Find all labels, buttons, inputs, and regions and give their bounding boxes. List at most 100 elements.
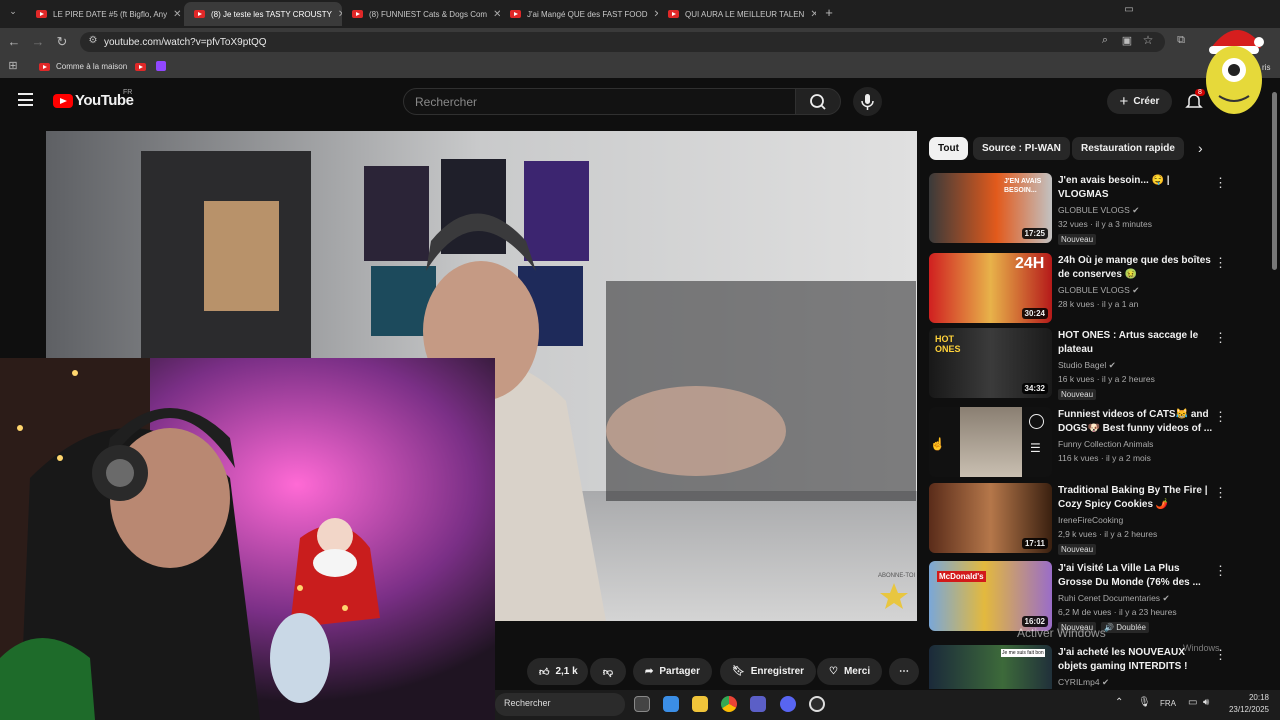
video-thumbnail[interactable]: J'EN AVAIS BESOIN... 17:25 <box>929 173 1052 243</box>
chrome-icon[interactable] <box>721 696 737 712</box>
taskbar-search[interactable]: Rechercher <box>495 693 625 716</box>
clock-time[interactable]: 20:18 <box>1229 693 1269 702</box>
bookmark-item[interactable]: Comme à la maison <box>39 62 127 71</box>
video-title[interactable]: Traditional Baking By The Fire | Cozy Sp… <box>1058 484 1213 512</box>
more-options-icon[interactable]: ⋮ <box>1214 175 1227 191</box>
more-options-icon[interactable]: ⋮ <box>1214 485 1227 501</box>
recommendation-item[interactable]: ☰ Funniest videos of CATS😹 and DOGS🐶 Bes… <box>929 407 1229 479</box>
youtube-bookmark-icon[interactable] <box>135 63 146 71</box>
language-indicator[interactable]: FRA <box>1160 699 1176 708</box>
video-thumbnail[interactable]: ☰ <box>929 407 1052 477</box>
video-title[interactable]: J'ai Visité La Ville La Plus Grosse Du M… <box>1058 562 1213 590</box>
video-thumbnail[interactable]: 24H 30:24 <box>929 253 1052 323</box>
share-button[interactable]: ➦ Partager <box>633 658 712 685</box>
youtube-logo-icon[interactable] <box>53 94 73 108</box>
monitor-icon[interactable]: ▭ <box>1188 697 1197 708</box>
discord-icon[interactable] <box>780 696 796 712</box>
microphone-tray-icon[interactable]: 🎙︎ <box>1138 697 1151 708</box>
browser-tab[interactable]: QUI AURA LE MEILLEUR TALEN ✕ <box>658 2 816 26</box>
like-button[interactable]: 👍︎ 2,1 k <box>527 658 588 685</box>
channel-name[interactable]: Ruhi Cenet Documentaries ✔ <box>1058 593 1170 604</box>
thanks-button[interactable]: ♡ Merci <box>817 658 883 685</box>
create-button[interactable]: + Créer <box>1107 89 1172 114</box>
country-code: FR <box>123 89 133 96</box>
recommendation-item[interactable]: McDonald's 16:02 J'ai Visité La Ville La… <box>929 561 1229 633</box>
recommendation-item[interactable]: HOT ONES 34:32 HOT ONES : Artus saccage … <box>929 328 1229 400</box>
voice-search-button[interactable] <box>853 87 882 116</box>
video-title[interactable]: 24h Où je mange que des boîtes de conser… <box>1058 254 1213 282</box>
store-icon[interactable] <box>663 696 679 712</box>
chip-fast-food[interactable]: Restauration rapide <box>1072 137 1184 160</box>
channel-name[interactable]: Studio Bagel ✔ <box>1058 360 1116 371</box>
channel-name[interactable]: Funny Collection Animals <box>1058 439 1153 449</box>
tab-close-icon[interactable]: ✕ <box>487 9 500 20</box>
tab-search-icon[interactable]: ⌄ <box>4 6 22 17</box>
chevron-right-icon[interactable]: › <box>1198 140 1203 156</box>
bookmark-star-icon[interactable]: ☆ <box>1139 33 1157 47</box>
video-thumbnail[interactable]: HOT ONES 34:32 <box>929 328 1052 398</box>
forward-icon[interactable]: → <box>29 34 47 49</box>
reload-icon[interactable]: ↻ <box>53 34 71 50</box>
recommendation-item[interactable]: 17:11 Traditional Baking By The Fire | C… <box>929 483 1229 555</box>
subscribe-overlay-text: ABONNE-TOI <box>878 573 916 579</box>
url-text[interactable]: youtube.com/watch?v=pfvToX9ptQQ <box>104 37 267 48</box>
scrollbar-thumb[interactable] <box>1272 92 1277 270</box>
menu-icon[interactable] <box>18 93 33 106</box>
tab-close-icon[interactable]: ✕ <box>167 9 181 20</box>
more-options-icon[interactable]: ⋮ <box>1214 330 1227 346</box>
watch-later-icon[interactable] <box>1029 414 1044 429</box>
channel-name[interactable]: GLOBULE VLOGS ✔ <box>1058 205 1139 216</box>
obs-icon[interactable] <box>809 696 825 712</box>
verified-icon: ✔ <box>1132 285 1140 295</box>
clock-date[interactable]: 23/12/2025 <box>1224 705 1269 714</box>
video-title[interactable]: Funniest videos of CATS😹 and DOGS🐶 Best … <box>1058 408 1213 436</box>
duration-badge: 17:25 <box>1021 228 1048 239</box>
teams-icon[interactable] <box>750 696 766 712</box>
tab-close-icon[interactable]: ✕ <box>804 9 816 20</box>
new-tab-icon[interactable]: + <box>820 5 838 20</box>
more-actions-button[interactable]: ⋯ <box>889 658 919 685</box>
tab-close-icon[interactable]: ✕ <box>648 9 658 20</box>
chip-source[interactable]: Source : PI-WAN <box>973 137 1070 160</box>
search-button[interactable] <box>795 88 841 115</box>
apps-grid-icon[interactable]: ⊞ <box>4 59 22 72</box>
video-thumbnail[interactable]: Je me suis fait bon <box>929 645 1052 689</box>
recommendation-item[interactable]: 24H 30:24 24h Où je mange que des boîtes… <box>929 253 1229 325</box>
tab-label: (8) FUNNIEST Cats & Dogs Com <box>369 9 488 19</box>
notifications-bell-icon[interactable]: 8 <box>1185 89 1205 115</box>
avatar[interactable] <box>1203 18 1265 116</box>
twitch-bookmark-icon[interactable] <box>156 61 166 71</box>
channel-name[interactable]: IreneFireCooking <box>1058 515 1123 525</box>
video-title[interactable]: J'en avais besoin... 🤤 | VLOGMAS <box>1058 174 1213 202</box>
zoom-icon[interactable]: ⌕ <box>1096 34 1114 47</box>
browser-tab[interactable]: J'ai Mangé QUE des FAST FOOD ✕ <box>500 2 658 26</box>
install-icon[interactable]: ▣ <box>1118 34 1136 47</box>
site-info-icon[interactable]: ⚙ <box>84 35 102 46</box>
more-options-icon[interactable]: ⋮ <box>1214 409 1227 425</box>
chip-all[interactable]: Tout <box>929 137 968 160</box>
video-thumbnail[interactable]: McDonald's 16:02 <box>929 561 1052 631</box>
channel-name[interactable]: GLOBULE VLOGS ✔ <box>1058 285 1139 296</box>
volume-icon[interactable]: 🔊︎ <box>1203 697 1209 708</box>
back-icon[interactable]: ← <box>5 34 23 49</box>
file-explorer-icon[interactable] <box>692 696 708 712</box>
cast-icon[interactable]: ▭ <box>1120 4 1138 15</box>
more-options-icon[interactable]: ⋮ <box>1214 563 1227 579</box>
save-button[interactable]: 🔖︎ Enregistrer <box>720 658 817 685</box>
dislike-button[interactable]: 👎︎ <box>590 658 626 685</box>
browser-tab[interactable]: LE PIRE DATE #5 (ft Bigflo, Any ✕ <box>26 2 184 26</box>
video-title[interactable]: HOT ONES : Artus saccage le plateau <box>1058 329 1213 357</box>
browser-tab[interactable]: (8) FUNNIEST Cats & Dogs Com ✕ <box>342 2 500 26</box>
video-thumbnail[interactable]: 17:11 <box>929 483 1052 553</box>
browser-tab-active[interactable]: (8) Je teste les TASTY CROUSTY✕ <box>184 2 342 26</box>
recommendation-item[interactable]: J'EN AVAIS BESOIN... 17:25 J'en avais be… <box>929 173 1229 245</box>
channel-name[interactable]: CYRILmp4 ✔ <box>1058 677 1109 688</box>
tray-chevron-up-icon[interactable]: ⌃ <box>1115 697 1123 708</box>
task-view-icon[interactable] <box>634 696 650 712</box>
add-to-queue-icon[interactable]: ☰ <box>1030 441 1041 455</box>
search-input[interactable]: Rechercher <box>403 88 796 115</box>
extensions-icon[interactable]: ⧉ <box>1172 34 1190 47</box>
more-options-icon[interactable]: ⋮ <box>1214 255 1227 271</box>
tab-close-icon[interactable]: ✕ <box>332 9 342 20</box>
webcam-overlay <box>0 358 495 720</box>
